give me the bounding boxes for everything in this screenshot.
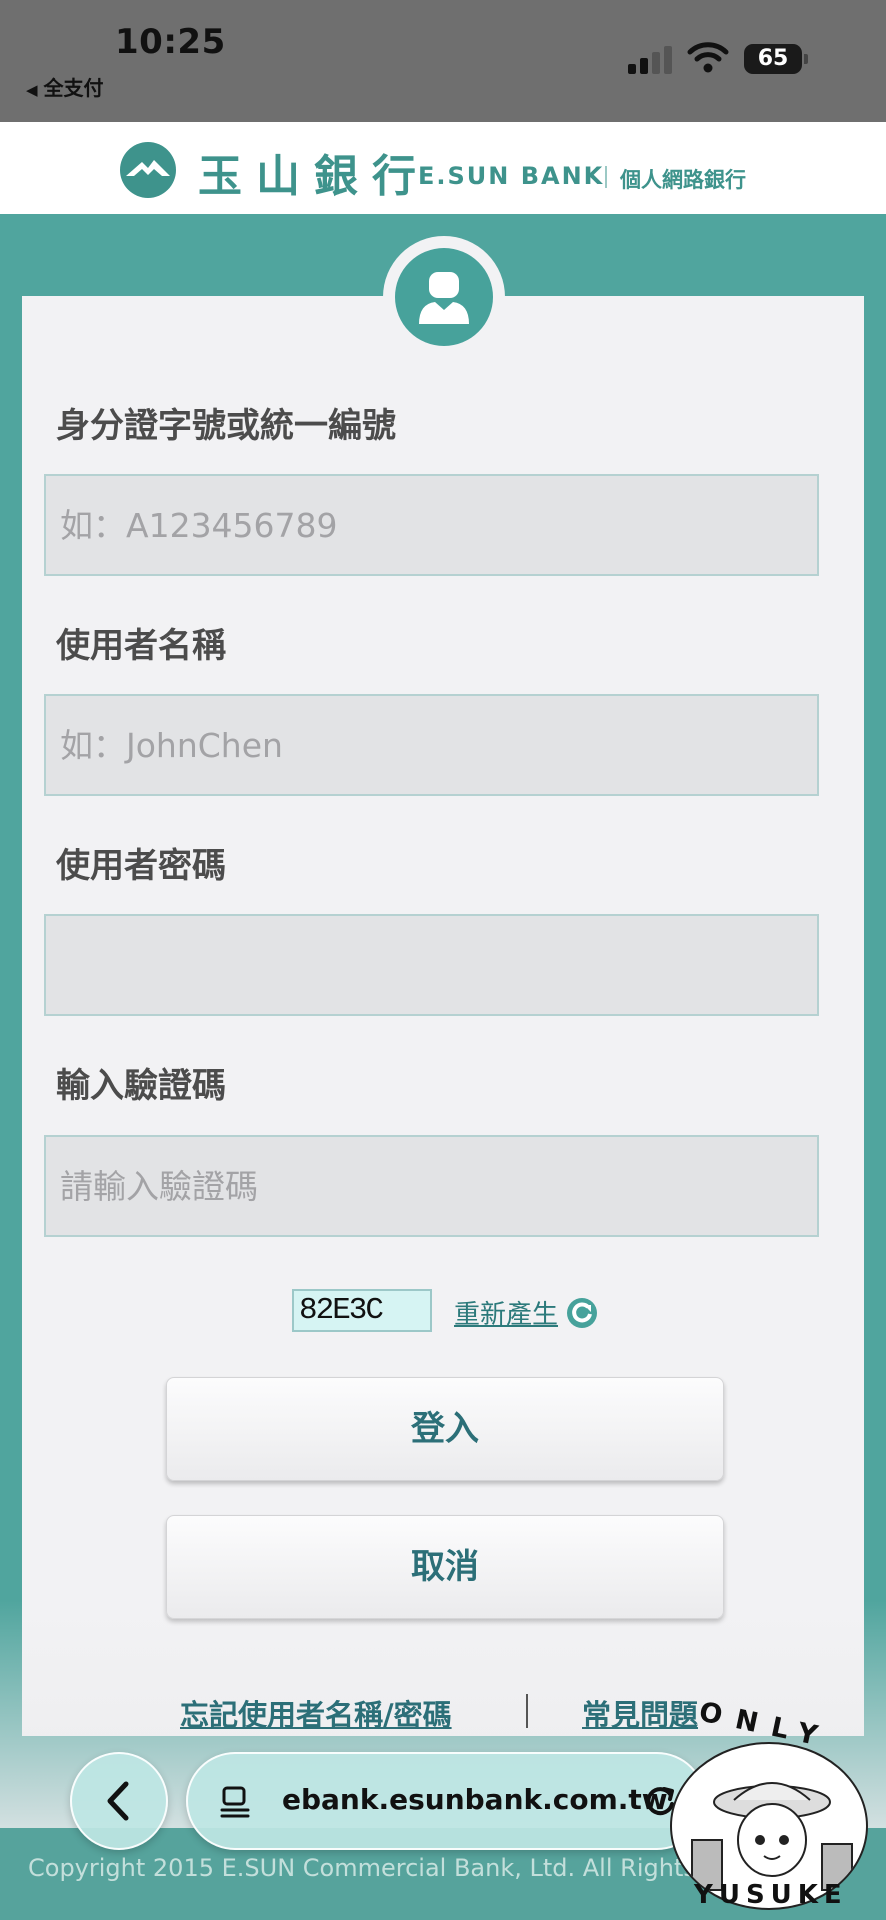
faq-link[interactable]: 常見問題 — [582, 1692, 698, 1734]
captcha-label: 輸入驗證碼 — [56, 1066, 226, 1106]
back-app-label: 全支付 — [43, 76, 104, 100]
browser-back-button[interactable] — [70, 1752, 168, 1850]
refresh-icon[interactable] — [565, 1296, 599, 1330]
cellular-signal-icon — [628, 46, 674, 74]
page-menu-icon[interactable] — [218, 1784, 254, 1820]
brand-divider — [605, 166, 607, 188]
chevron-left-icon — [107, 1781, 129, 1821]
forgot-credentials-link[interactable]: 忘記使用者名稱/密碼 — [180, 1692, 452, 1734]
watermark-bottom-text: YUSUKE — [694, 1880, 848, 1910]
url-text: ebank.esunbank.com.tw — [282, 1783, 668, 1816]
links-divider — [526, 1694, 528, 1728]
esun-logo-icon — [120, 142, 176, 198]
username-label: 使用者名稱 — [56, 626, 226, 666]
password-input[interactable] — [44, 914, 819, 1016]
username-input[interactable] — [44, 694, 819, 796]
captcha-image: 82E3C — [292, 1289, 432, 1332]
status-time: 10:25 — [115, 22, 226, 62]
id-number-label: 身分證字號或統一編號 — [56, 406, 396, 446]
id-number-input[interactable] — [44, 474, 819, 576]
wifi-icon — [687, 42, 729, 73]
captcha-input[interactable] — [44, 1135, 819, 1237]
brand-name-en: E.SUN BANK — [418, 162, 605, 190]
battery-icon: 65 — [744, 44, 808, 74]
address-bar[interactable]: ebank.esunbank.com.tw — [186, 1752, 706, 1850]
user-avatar-icon — [395, 248, 493, 346]
brand-name-zh: 玉山銀行 — [198, 151, 430, 202]
login-button[interactable]: 登入 — [166, 1377, 724, 1481]
brand-subtitle: 個人網路銀行 — [620, 168, 746, 192]
back-to-app-button[interactable]: ◀ 全支付 — [26, 72, 104, 101]
back-triangle-icon: ◀ — [26, 81, 38, 99]
password-label: 使用者密碼 — [56, 846, 226, 886]
regenerate-captcha-link[interactable]: 重新產生 — [454, 1294, 558, 1331]
